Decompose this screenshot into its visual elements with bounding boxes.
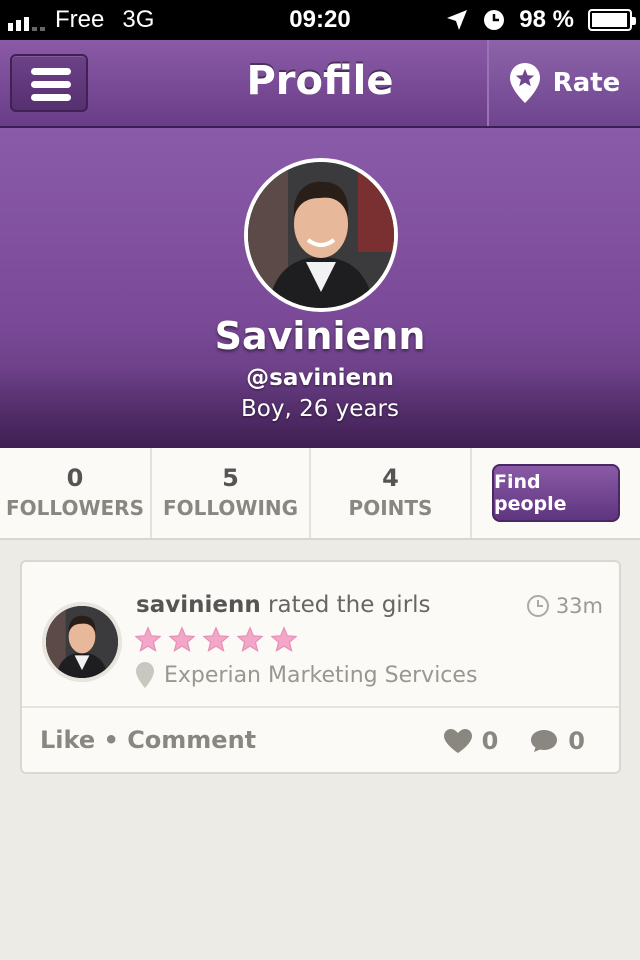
nav-bar: Profile Rate	[0, 40, 640, 128]
rating-stars	[134, 626, 298, 654]
star-icon	[270, 626, 298, 652]
star-icon	[202, 626, 230, 652]
comment-bubble-icon[interactable]	[530, 729, 558, 753]
like-link[interactable]: Like	[40, 726, 95, 754]
separator-dot: •	[103, 726, 119, 754]
stat-label: POINTS	[348, 496, 433, 520]
activity-time: 33m	[526, 594, 603, 618]
engagement-counts: 0 0	[443, 727, 585, 755]
clock-icon	[526, 595, 549, 617]
rate-button[interactable]: Rate	[487, 40, 640, 126]
star-icon	[236, 626, 264, 652]
profile-meta: Boy, 26 years	[241, 396, 399, 422]
activity-action: rated the girls	[268, 592, 431, 618]
map-pin-icon	[136, 662, 154, 688]
alarm-clock-icon	[484, 10, 505, 30]
comment-link[interactable]: Comment	[127, 726, 256, 754]
like-count: 0	[481, 727, 499, 755]
heart-icon[interactable]	[443, 729, 472, 753]
star-icon	[168, 626, 196, 652]
comment-count: 0	[568, 727, 585, 755]
stats-bar: 0 FOLLOWERS 5 FOLLOWING 4 POINTS Find pe…	[0, 448, 640, 540]
stat-followers[interactable]: 0 FOLLOWERS	[0, 448, 152, 538]
star-icon	[134, 626, 162, 652]
stat-value: 0	[66, 464, 84, 492]
activity-avatar[interactable]	[42, 602, 122, 682]
profile-handle: @savinienn	[246, 365, 394, 391]
stat-label: FOLLOWING	[162, 496, 299, 520]
profile-name: Savinienn	[214, 314, 426, 358]
location-text: Experian Marketing Services	[164, 662, 478, 688]
profile-avatar	[244, 158, 398, 312]
divider	[22, 706, 619, 708]
activity-location[interactable]: Experian Marketing Services	[136, 662, 477, 688]
activity-username[interactable]: savinienn	[136, 592, 261, 618]
card-actions: Like • Comment	[40, 726, 256, 754]
rate-label: Rate	[552, 68, 621, 98]
status-bar: Free 3G 09:20 98 %	[0, 0, 640, 40]
activity-text: savinienn rated the girls	[136, 592, 431, 618]
star-pin-icon	[509, 63, 540, 103]
activity-time-text: 33m	[555, 594, 603, 618]
battery-icon	[588, 9, 636, 31]
battery-percent: 98 %	[519, 6, 574, 33]
activity-card: savinienn rated the girls 33m Experian M…	[20, 560, 621, 774]
find-people-button[interactable]: Find people	[492, 464, 620, 522]
location-arrow-icon	[447, 10, 468, 30]
stat-value: 4	[382, 464, 399, 492]
stat-following[interactable]: 5 FOLLOWING	[152, 448, 311, 538]
profile-header: Savinienn @savinienn Boy, 26 years	[0, 128, 640, 448]
stat-label: FOLLOWERS	[6, 496, 144, 520]
stat-value: 5	[222, 464, 239, 492]
stat-points[interactable]: 4 POINTS	[311, 448, 472, 538]
